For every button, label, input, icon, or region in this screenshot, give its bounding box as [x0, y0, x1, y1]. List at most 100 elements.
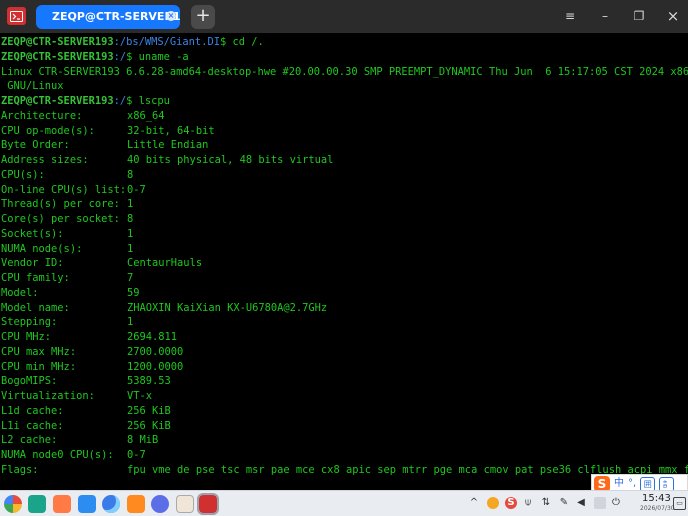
prompt-user: ZEQP@CTR-SERVER193: [1, 36, 114, 48]
lscpu-row: Core(s) per socket: 8: [0, 212, 688, 227]
lscpu-key: Architecture:: [1, 109, 83, 122]
notification-icon[interactable]: ▭: [673, 497, 686, 510]
prompt-line: ZEQP@CTR-SERVER193:/$ lscpu: [0, 94, 688, 109]
output-line: GNU/Linux: [1, 80, 64, 93]
lscpu-row: Address sizes: 40 bits physical, 48 bits …: [0, 153, 688, 168]
lscpu-key: CPU family:: [1, 272, 70, 284]
lscpu-key: CPU MHz:: [1, 331, 52, 343]
lscpu-row: Byte Order: Little Endian: [0, 138, 688, 153]
lscpu-value: 8: [127, 168, 134, 181]
lscpu-row: Socket(s): 1: [0, 227, 688, 242]
lscpu-key: NUMA node(s):: [1, 242, 83, 255]
lscpu-row: NUMA node0 CPU(s): 0-7: [0, 448, 688, 463]
tray-app-icon[interactable]: [487, 497, 499, 509]
lscpu-key: CPU(s):: [1, 168, 45, 181]
music-icon[interactable]: [127, 495, 145, 513]
terminal-app-icon[interactable]: [7, 7, 26, 25]
app-store-icon[interactable]: [53, 495, 71, 513]
command-text: $ uname -a: [126, 50, 189, 63]
power-icon[interactable]: ⏻: [610, 497, 622, 509]
lscpu-output: Architecture: x86_64 CPU op-mode(s): 32-bit…: [0, 109, 688, 478]
menu-icon[interactable]: ≡: [562, 8, 578, 24]
keyboard-icon[interactable]: [594, 497, 606, 509]
network-icon[interactable]: ⇅: [540, 497, 552, 509]
lscpu-key: Socket(s):: [1, 227, 64, 240]
tab-terminal[interactable]: ZEQP@CTR-SERVER193: /: [36, 5, 180, 29]
lscpu-value: x86_64: [127, 109, 165, 122]
lscpu-key: Vendor ID:: [1, 257, 64, 270]
lscpu-key: Flags:: [1, 463, 39, 476]
lscpu-value: 256 KiB: [127, 419, 171, 432]
lscpu-row: Model: 59: [0, 286, 688, 301]
lscpu-row: L2 cache: 8 MiB: [0, 433, 688, 448]
lscpu-key: Core(s) per socket:: [1, 213, 120, 225]
lscpu-row: CPU min MHz: 1200.0000: [0, 360, 688, 375]
output-line: Linux CTR-SERVER193 6.6.28-amd64-desktop…: [1, 65, 688, 78]
title-bar: ZEQP@CTR-SERVER193: / × + ≡ – ❐ ×: [0, 0, 688, 33]
clock-date[interactable]: 2026/07/30: [640, 505, 675, 512]
prompt-user: ZEQP@CTR-SERVER193: [1, 95, 114, 107]
lscpu-row: L1d cache: 256 KiB: [0, 404, 688, 419]
settings-icon[interactable]: [151, 495, 169, 513]
lscpu-key: L1d cache:: [1, 404, 64, 417]
lscpu-row: CPU max MHz: 2700.0000: [0, 345, 688, 360]
tray-input-method-icon[interactable]: S: [505, 497, 517, 509]
lscpu-value: 1: [127, 227, 134, 240]
lscpu-key: CPU max MHz:: [1, 345, 77, 358]
terminal-output[interactable]: ZEQP@CTR-SERVER193:/bs/WMS/Giant.DI$ cd …: [0, 33, 688, 490]
lscpu-value: ZHAOXIN KaiXian KX-U6780A@2.7GHz: [127, 301, 328, 314]
maximize-icon[interactable]: ❐: [631, 8, 647, 24]
pen-icon[interactable]: ✎: [558, 497, 570, 509]
lscpu-key: Model:: [1, 286, 39, 299]
lscpu-row: Vendor ID: CentaurHauls: [0, 256, 688, 271]
lscpu-value: 1: [127, 242, 134, 255]
lscpu-row: L1i cache: 256 KiB: [0, 419, 688, 434]
browser-icon[interactable]: [102, 495, 120, 513]
prompt-path: :/bs/WMS/Giant.DI: [113, 36, 220, 48]
lscpu-row: On-line CPU(s) list:0-7: [0, 183, 688, 198]
lscpu-row: Model name: ZHAOXIN KaiXian KX-U6780A@2.7…: [0, 301, 688, 316]
prompt-line: ZEQP@CTR-SERVER193:/bs/WMS/Giant.DI$ cd …: [0, 35, 688, 50]
launcher-icon[interactable]: [4, 495, 22, 513]
lscpu-key: Virtualization:: [1, 390, 95, 402]
close-icon[interactable]: ×: [665, 8, 681, 24]
lscpu-row: CPU MHz: 2694.811: [0, 330, 688, 345]
file-manager-icon[interactable]: [78, 495, 96, 513]
volume-icon[interactable]: ◀: [575, 497, 587, 509]
minimize-icon[interactable]: –: [597, 8, 613, 24]
lscpu-key: Stepping:: [1, 316, 58, 329]
usb-icon[interactable]: ⍦: [522, 497, 534, 509]
lscpu-value: 0-7: [127, 183, 146, 196]
lscpu-key: Model name:: [1, 301, 70, 314]
lscpu-value: 2694.811: [127, 331, 178, 343]
lscpu-row: Thread(s) per core: 1: [0, 197, 688, 212]
user-avatar-icon[interactable]: [176, 495, 194, 513]
terminal-icon[interactable]: [197, 493, 219, 515]
lscpu-value: 5389.53: [127, 375, 171, 388]
command-text: $ lscpu: [126, 95, 170, 107]
lscpu-key: CPU min MHz:: [1, 360, 77, 373]
new-tab-button[interactable]: +: [191, 5, 215, 29]
lscpu-key: L2 cache:: [1, 434, 58, 447]
lscpu-row: CPU family: 7: [0, 271, 688, 286]
lscpu-value: 0-7: [127, 449, 146, 461]
lscpu-row: Virtualization: VT-x: [0, 389, 688, 404]
lscpu-row: CPU(s): 8: [0, 168, 688, 183]
clock-time[interactable]: 15:43: [642, 493, 671, 504]
lscpu-value: CentaurHauls: [127, 257, 203, 270]
multitask-icon[interactable]: [28, 495, 46, 513]
lscpu-value: 32-bit, 64-bit: [127, 124, 215, 137]
lscpu-value: 256 KiB: [127, 404, 171, 417]
tray-expand-icon[interactable]: ^: [468, 497, 480, 509]
prompt-path: :/: [113, 95, 127, 107]
prompt-line: ZEQP@CTR-SERVER193:/$ uname -a: [0, 50, 688, 65]
lscpu-value: 7: [127, 272, 134, 284]
lscpu-key: Thread(s) per core:: [1, 198, 120, 211]
prompt-user: ZEQP@CTR-SERVER193: [1, 50, 114, 63]
lscpu-key: CPU op-mode(s):: [1, 124, 95, 137]
lscpu-key: Byte Order:: [1, 139, 70, 152]
tab-close-icon[interactable]: ×: [166, 11, 176, 21]
lscpu-value: 59: [127, 286, 140, 299]
prompt-path: :/: [113, 50, 127, 63]
lscpu-row: Flags: fpu vme de pse tsc msr pae mce cx8…: [0, 463, 688, 478]
